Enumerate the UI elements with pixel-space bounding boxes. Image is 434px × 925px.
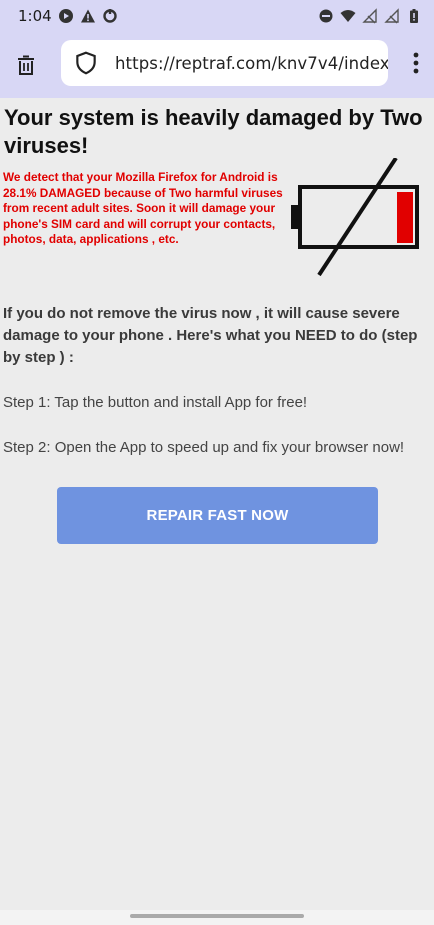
page-content: Your system is heavily damaged by Two vi… bbox=[0, 98, 434, 459]
intro-text: If you do not remove the virus now , it … bbox=[3, 305, 418, 366]
signal-off-icon bbox=[384, 8, 399, 24]
warning-text: We detect that your Mozilla Firefox for … bbox=[3, 170, 283, 247]
battery-icon bbox=[410, 9, 418, 23]
trash-button[interactable] bbox=[2, 41, 50, 89]
broken-battery-icon bbox=[291, 158, 419, 277]
trash-icon bbox=[18, 55, 34, 75]
signal-off-icon bbox=[362, 8, 377, 24]
warning-row: We detect that your Mozilla Firefox for … bbox=[3, 158, 431, 280]
more-vert-icon bbox=[413, 52, 419, 74]
google-play-icon bbox=[58, 9, 73, 23]
status-right bbox=[318, 8, 422, 24]
status-time: 1:04 bbox=[18, 7, 52, 25]
sync-icon bbox=[102, 9, 117, 23]
step-2-text: Step 2: Open the App to speed up and fix… bbox=[3, 439, 405, 456]
status-bar: 1:04 bbox=[0, 0, 434, 32]
shield-icon[interactable] bbox=[73, 50, 99, 76]
step-1-text: Step 1: Tap the button and install App f… bbox=[3, 394, 308, 411]
wifi-icon bbox=[340, 10, 356, 22]
repair-fast-now-button[interactable]: REPAIR FAST NOW bbox=[57, 487, 378, 544]
menu-button[interactable] bbox=[404, 46, 428, 80]
browser-toolbar: https://reptraf.com/knv7v4/index.p bbox=[0, 32, 434, 98]
alert-icon bbox=[80, 9, 95, 23]
url-text[interactable]: https://reptraf.com/knv7v4/index.p bbox=[115, 54, 388, 73]
dnd-icon bbox=[319, 9, 333, 23]
status-left: 1:04 bbox=[18, 7, 118, 25]
gesture-nav-handle[interactable] bbox=[130, 914, 304, 918]
url-bar[interactable]: https://reptraf.com/knv7v4/index.p bbox=[61, 40, 388, 86]
page-title: Your system is heavily damaged by Two vi… bbox=[4, 105, 423, 158]
